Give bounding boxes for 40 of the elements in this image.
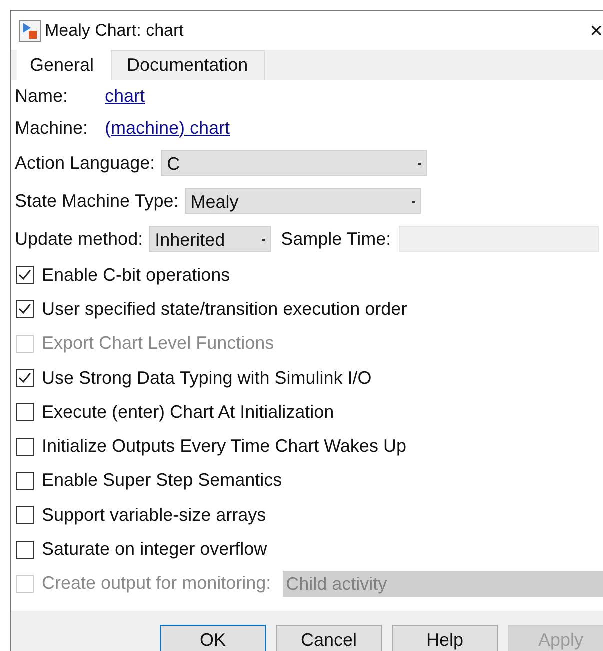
tab[interactable]: General (17, 50, 112, 80)
caret-icon (418, 163, 422, 165)
close-button[interactable]: × (590, 18, 603, 44)
field-label: Sample Time: (281, 228, 392, 250)
checkbox[interactable] (16, 266, 34, 284)
machine-link[interactable]: (machine) chart (105, 118, 230, 138)
field-label: Action Language: (15, 152, 156, 174)
checkbox[interactable] (16, 540, 34, 559)
checkbox-option[interactable]: Enable C-bit operations (15, 258, 603, 292)
caret-icon (262, 239, 266, 241)
checkbox-label: Create output for monitoring: (42, 573, 272, 594)
checkbox[interactable] (16, 403, 34, 422)
chart-block-icon (19, 20, 41, 42)
action-language-dropdown[interactable]: C (161, 150, 428, 176)
tab[interactable]: Documentation (111, 50, 266, 80)
checkbox-option[interactable]: Execute (enter) Chart At Initialization (15, 395, 603, 430)
checkbox[interactable] (16, 369, 34, 388)
checkbox[interactable] (16, 300, 34, 318)
field-label: Name: (15, 86, 70, 106)
checkbox-option[interactable]: User specified state/transition execution order (15, 292, 603, 327)
caret-icon (412, 201, 415, 203)
field-label: State Machine Type: (15, 190, 179, 212)
dialog-button[interactable]: Cancel (276, 624, 382, 651)
field-label: Update method: (15, 228, 144, 250)
checkbox[interactable] (16, 438, 34, 456)
name-link[interactable]: chart (105, 86, 146, 106)
dialog-button[interactable]: Help (392, 624, 498, 651)
checkbox[interactable] (16, 472, 34, 490)
checkbox[interactable] (16, 506, 34, 524)
machine-type-dropdown[interactable]: Mealy (184, 188, 421, 214)
window-title: Mealy Chart: chart (45, 20, 184, 40)
field-label: Machine: (15, 118, 90, 138)
checkbox-option[interactable]: Initialize Outputs Every Time Chart Wakes Up (15, 429, 603, 464)
update-method-dropdown[interactable]: Inherited (149, 226, 272, 252)
sample-time-field[interactable] (399, 226, 600, 252)
dialog-button[interactable]: OK (160, 624, 266, 651)
checkbox-option[interactable]: Saturate on integer overflow (15, 532, 603, 567)
checkbox-option[interactable]: Support variable-size arrays (15, 498, 603, 532)
checkbox-option[interactable]: Use Strong Data Typing with Simulink I/O (15, 360, 603, 396)
checkbox-option[interactable]: Enable Super Step Semantics (15, 464, 603, 498)
